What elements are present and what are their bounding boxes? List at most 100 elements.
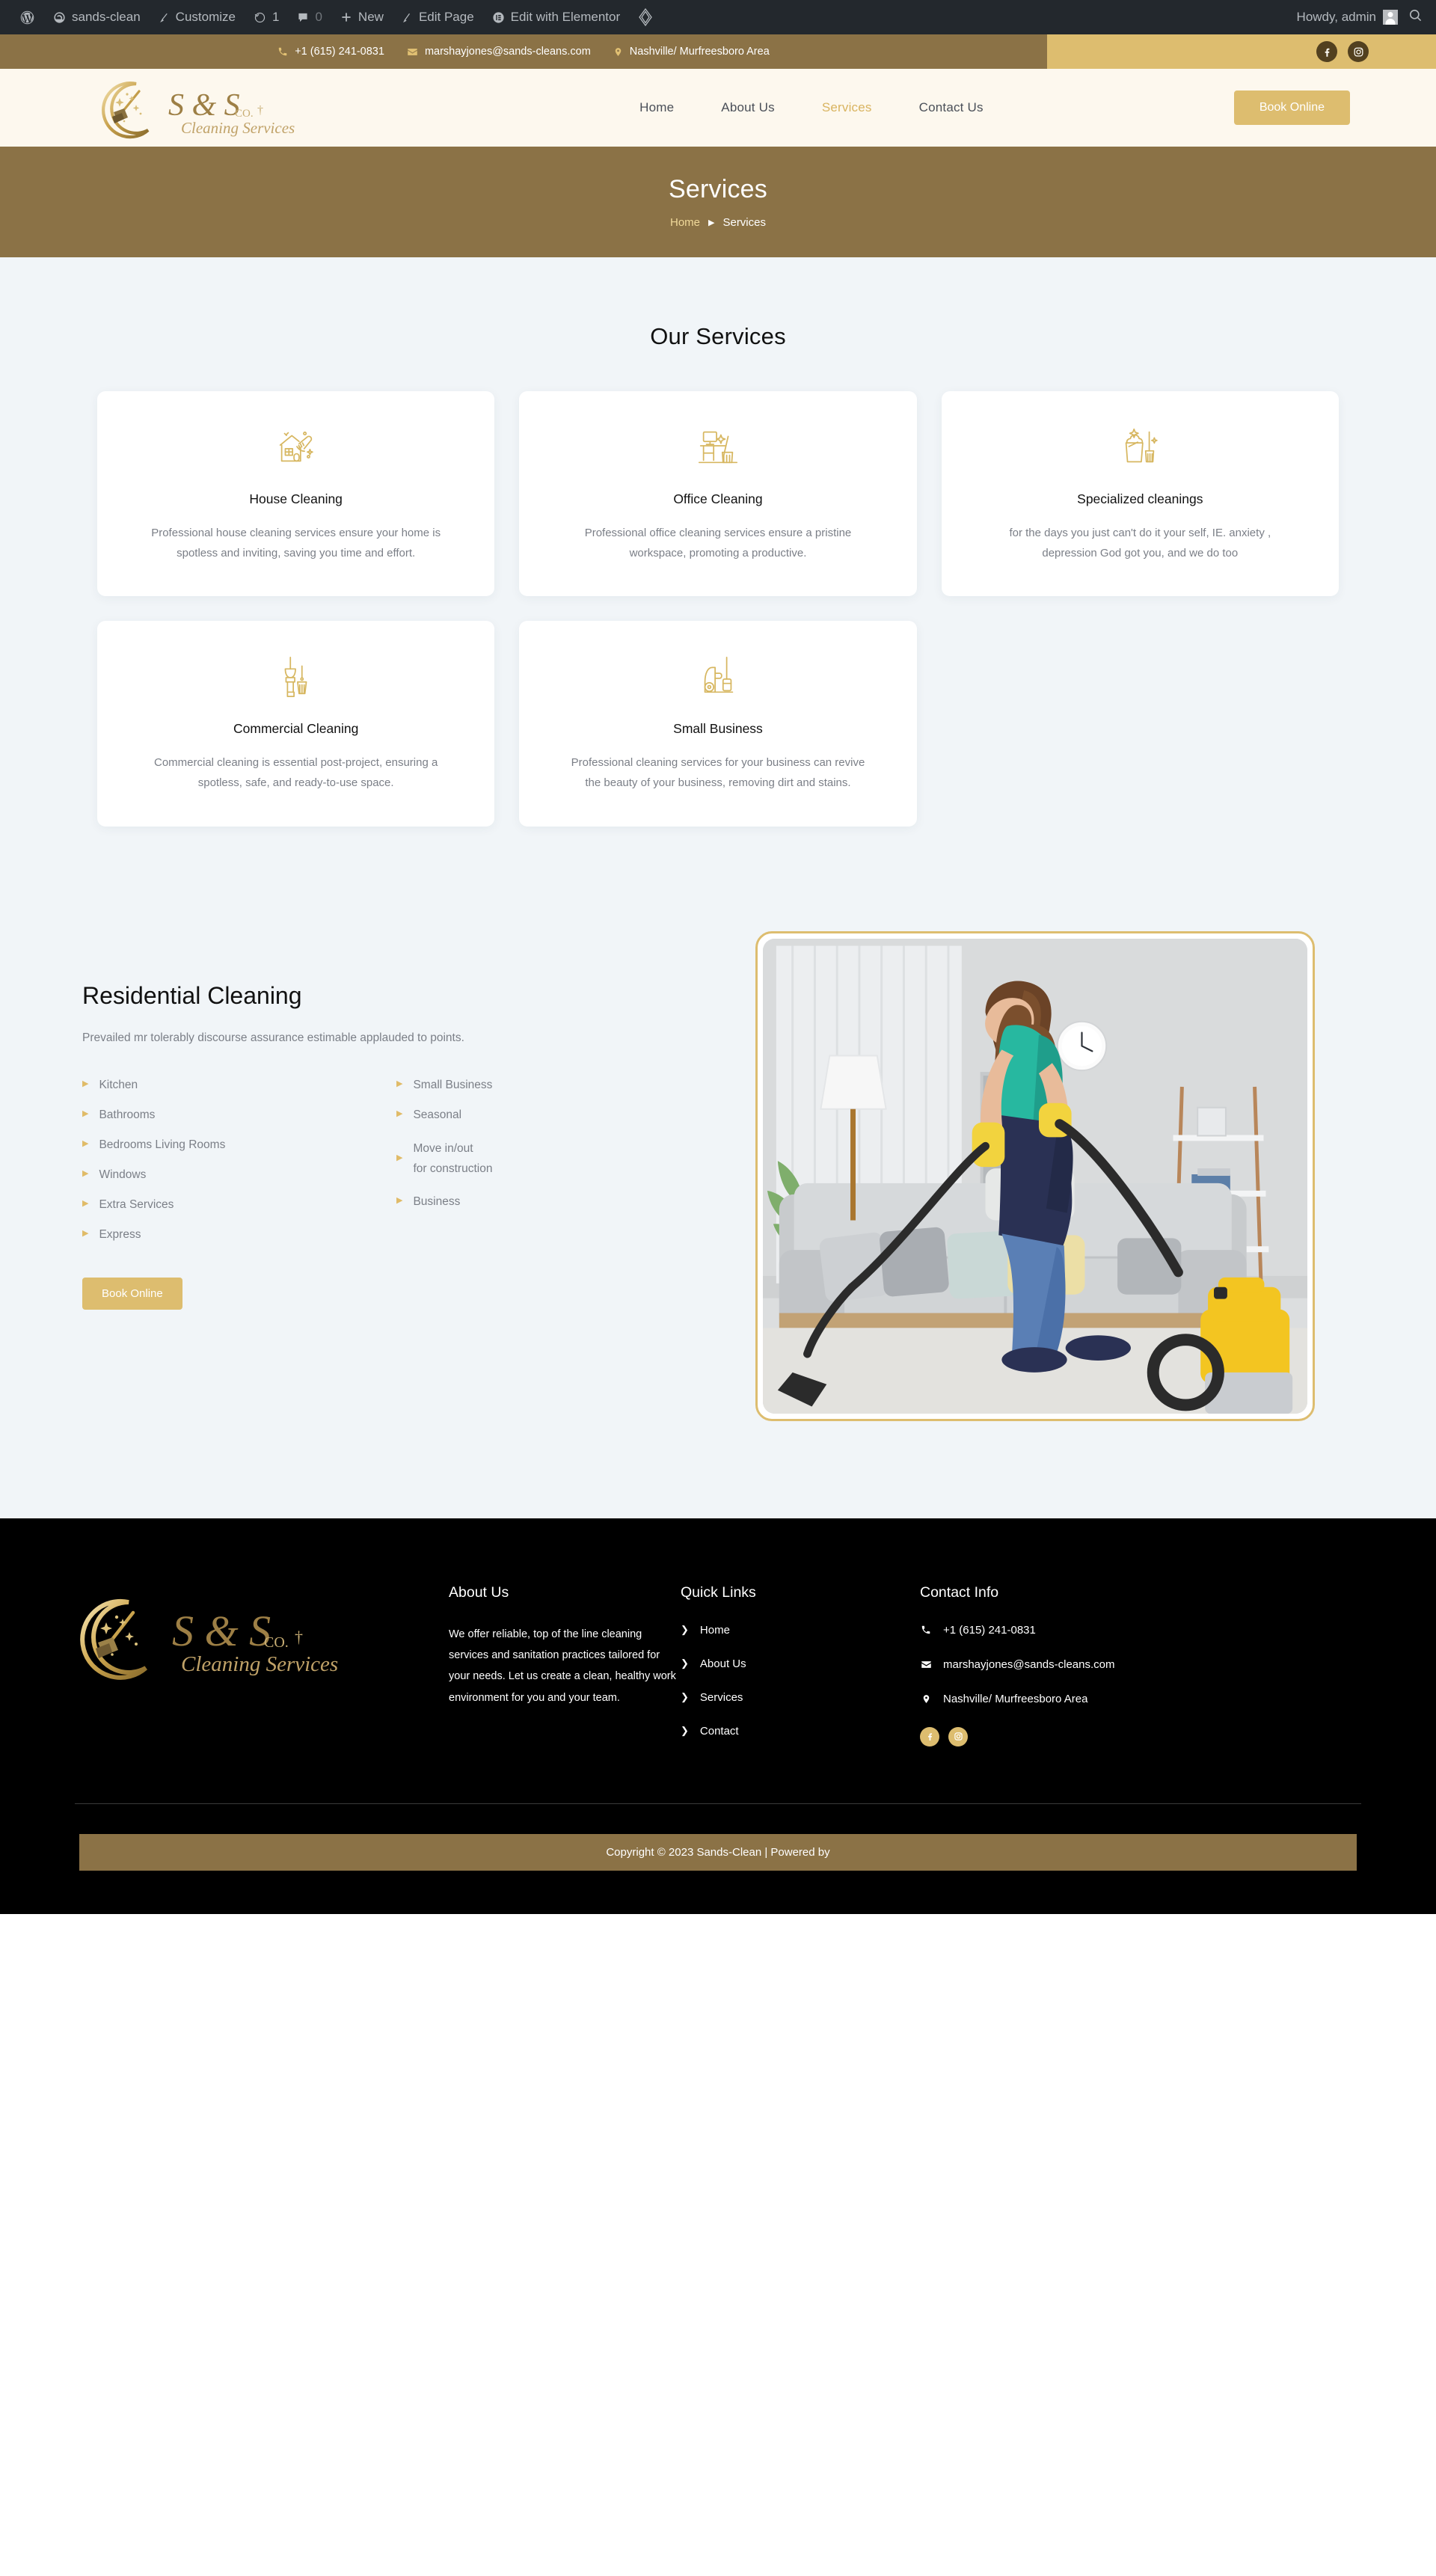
map-pin-icon bbox=[920, 1693, 932, 1705]
instagram-icon[interactable] bbox=[1348, 41, 1369, 62]
footer-about-text: We offer reliable, top of the line clean… bbox=[449, 1628, 676, 1704]
list-item[interactable]: ▶ Small Business bbox=[396, 1079, 711, 1092]
footer-link-contact[interactable]: ❯ Contact bbox=[681, 1725, 920, 1738]
search-icon[interactable] bbox=[1404, 8, 1436, 27]
footer-address-label: Nashville/ Murfreesboro Area bbox=[943, 1692, 1088, 1705]
service-title: Small Business bbox=[673, 721, 763, 737]
customize-menu[interactable]: Customize bbox=[150, 0, 245, 34]
footer-about-heading: About Us bbox=[449, 1583, 509, 1601]
footer-logo-graphic: S & S CO. † Cleaning Services bbox=[80, 1598, 338, 1680]
list-item[interactable]: ▶ Extra Services bbox=[82, 1198, 396, 1212]
footer-link-services[interactable]: ❯ Services bbox=[681, 1691, 920, 1704]
revisions-count: 1 bbox=[271, 10, 280, 24]
edit-with-elementor-menu[interactable]: Edit with Elementor bbox=[483, 0, 629, 34]
breadcrumb-home[interactable]: Home bbox=[670, 216, 700, 229]
list-item-label: Bedrooms Living Rooms bbox=[99, 1138, 226, 1151]
footer-email[interactable]: marshayjones@sands-cleans.com bbox=[920, 1658, 1234, 1671]
service-description: for the days you just can't do it your s… bbox=[1009, 527, 1271, 559]
pencil-icon bbox=[402, 11, 413, 24]
topbar-phone-label: +1 (615) 241-0831 bbox=[295, 46, 384, 58]
desk-broom-icon bbox=[695, 421, 741, 472]
nav-item-about-us[interactable]: About Us bbox=[721, 100, 775, 115]
service-card-house-cleaning[interactable]: House Cleaning Professional house cleani… bbox=[97, 391, 495, 597]
vacuum-icon bbox=[695, 651, 741, 702]
list-item[interactable]: ▶ Bathrooms bbox=[82, 1108, 396, 1122]
list-item[interactable]: ▶ Bedrooms Living Rooms bbox=[82, 1138, 396, 1152]
service-description: Professional office cleaning services en… bbox=[584, 527, 852, 559]
wordpress-icon bbox=[19, 10, 35, 25]
topbar-phone[interactable]: +1 (615) 241-0831 bbox=[277, 46, 384, 58]
logo-graphic: S & S CO. † Cleaning Services bbox=[101, 82, 295, 139]
howdy-menu[interactable]: Howdy, admin bbox=[1288, 0, 1404, 34]
breadcrumb: Home ▶ Services bbox=[670, 216, 766, 229]
site-name-menu[interactable]: sands-clean bbox=[44, 0, 150, 34]
nav-item-services[interactable]: Services bbox=[822, 100, 872, 115]
edit-page-menu[interactable]: Edit Page bbox=[393, 0, 483, 34]
list-item[interactable]: ▶ Business bbox=[396, 1195, 711, 1209]
facebook-icon[interactable] bbox=[1316, 41, 1337, 62]
svg-text:CO.: CO. bbox=[264, 1634, 289, 1651]
phone-icon bbox=[277, 46, 288, 57]
page-title: Services bbox=[669, 175, 767, 203]
service-title: Commercial Cleaning bbox=[233, 721, 359, 737]
service-description: Professional cleaning services for your … bbox=[571, 756, 865, 790]
site-header: S & S CO. † Cleaning Services Home About… bbox=[0, 69, 1436, 147]
envelope-icon bbox=[920, 1659, 932, 1670]
site-logo[interactable]: S & S CO. † Cleaning Services bbox=[97, 76, 299, 139]
revisions-menu[interactable]: 1 bbox=[245, 0, 288, 34]
footer-bottom-spacer bbox=[0, 1870, 1436, 1914]
list-item-label: Windows bbox=[99, 1168, 147, 1181]
service-card-small-business[interactable]: Small Business Professional cleaning ser… bbox=[519, 621, 917, 827]
caret-right-icon: ▶ bbox=[82, 1079, 89, 1088]
svg-text:Cleaning Services: Cleaning Services bbox=[181, 119, 295, 137]
caret-right-icon: ▶ bbox=[396, 1079, 403, 1088]
caret-right-icon: ▶ bbox=[82, 1228, 89, 1238]
wp-logo-menu[interactable] bbox=[10, 0, 44, 34]
services-heading: Our Services bbox=[650, 323, 786, 349]
list-item[interactable]: ▶ Kitchen bbox=[82, 1079, 396, 1092]
list-item[interactable]: ▶ Move in/out for construction bbox=[396, 1138, 711, 1179]
services-section: Our Services House Cleaning Professional… bbox=[0, 257, 1436, 827]
footer-divider bbox=[75, 1803, 1361, 1804]
map-pin-icon bbox=[613, 46, 623, 58]
residential-photo-frame bbox=[755, 930, 1315, 1421]
list-item-label: Kitchen bbox=[99, 1078, 138, 1091]
nav-item-contact-us[interactable]: Contact Us bbox=[919, 100, 984, 115]
bucket-broom-icon bbox=[1117, 421, 1163, 472]
list-item-label: Bathrooms bbox=[99, 1108, 156, 1121]
diamond-plugin-menu[interactable] bbox=[629, 0, 662, 34]
instagram-icon[interactable] bbox=[948, 1726, 968, 1747]
service-description: Professional house cleaning services ens… bbox=[151, 527, 441, 559]
paintbrush-icon bbox=[159, 11, 170, 24]
topbar-email-label: marshayjones@sands-cleans.com bbox=[424, 46, 591, 58]
caret-right-icon: ▶ bbox=[396, 1153, 403, 1162]
residential-list-left: ▶ Kitchen ▶ Bathrooms ▶ Bedrooms Living Roo… bbox=[82, 1079, 396, 1242]
new-content-menu[interactable]: New bbox=[331, 0, 393, 34]
list-item[interactable]: ▶ Windows bbox=[82, 1168, 396, 1182]
footer-email-label: marshayjones@sands-cleans.com bbox=[943, 1657, 1115, 1671]
service-card-office-cleaning[interactable]: Office Cleaning Professional office clea… bbox=[519, 391, 917, 597]
top-contact-bar: +1 (615) 241-0831 marshayjones@sands-cle… bbox=[0, 34, 1436, 69]
envelope-icon bbox=[407, 46, 418, 58]
elementor-icon bbox=[492, 11, 505, 24]
list-item[interactable]: ▶ Express bbox=[82, 1228, 396, 1242]
breadcrumb-separator-icon: ▶ bbox=[708, 218, 715, 227]
topbar-location[interactable]: Nashville/ Murfreesboro Area bbox=[613, 46, 770, 58]
facebook-icon[interactable] bbox=[920, 1726, 939, 1747]
book-online-header-button[interactable]: Book Online bbox=[1233, 91, 1350, 125]
svg-text:Cleaning Services: Cleaning Services bbox=[181, 1652, 338, 1676]
footer-logo[interactable]: S & S CO. † Cleaning Services bbox=[75, 1584, 396, 1685]
nav-item-home[interactable]: Home bbox=[639, 100, 674, 115]
footer-link-about-us[interactable]: ❯ About Us bbox=[681, 1657, 920, 1670]
plus-icon bbox=[340, 11, 352, 23]
svg-text:†: † bbox=[295, 1628, 303, 1646]
footer-phone[interactable]: +1 (615) 241-0831 bbox=[920, 1624, 1234, 1637]
comments-menu[interactable]: 0 bbox=[288, 0, 331, 34]
topbar-email[interactable]: marshayjones@sands-cleans.com bbox=[407, 46, 591, 58]
book-online-residential-button[interactable]: Book Online bbox=[82, 1277, 182, 1310]
service-card-specialized-cleanings[interactable]: Specialized cleanings for the days you j… bbox=[941, 391, 1339, 597]
footer-link-home[interactable]: ❯ Home bbox=[681, 1624, 920, 1637]
edit-page-label: Edit Page bbox=[418, 10, 474, 24]
list-item[interactable]: ▶ Seasonal bbox=[396, 1108, 711, 1122]
service-card-commercial-cleaning[interactable]: Commercial Cleaning Commercial cleaning … bbox=[97, 621, 495, 827]
